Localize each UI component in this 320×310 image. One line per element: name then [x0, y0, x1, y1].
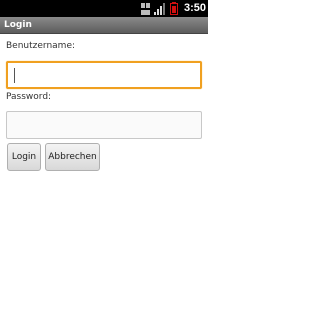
usb-debugging-icon — [140, 2, 150, 15]
username-label: Benutzername: — [6, 41, 76, 51]
title-bar: Login — [0, 17, 208, 34]
window-title: Login — [4, 20, 32, 30]
cancel-button[interactable]: Abbrechen — [45, 143, 100, 171]
login-button[interactable]: Login — [7, 143, 41, 171]
password-field[interactable] — [6, 111, 202, 139]
text-cursor — [14, 68, 15, 83]
signal-icon — [153, 2, 166, 15]
status-time: 3:50 — [183, 2, 206, 14]
status-icons: 3:50 — [140, 0, 206, 17]
password-label: Password: — [6, 92, 52, 102]
battery-icon — [169, 2, 178, 15]
status-bar: 3:50 — [0, 0, 208, 17]
username-field[interactable] — [6, 61, 202, 89]
